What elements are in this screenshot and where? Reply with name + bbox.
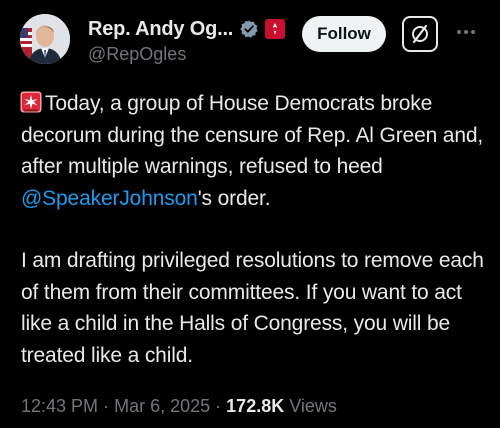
tweet-text: Today, a group of House Democrats broke … [20, 88, 491, 371]
tweet-text-part-1: Today, a group of House Democrats broke … [21, 92, 484, 178]
tweet-paragraph-2: I am drafting privileged resolutions to … [21, 249, 484, 367]
views-label: Views [289, 396, 337, 416]
house-seal-icon[interactable] [265, 19, 286, 39]
verified-badge-icon [239, 19, 259, 39]
meta-separator: · [215, 396, 222, 416]
author-display-name[interactable]: Rep. Andy Og... [88, 18, 233, 41]
more-icon[interactable] [452, 20, 480, 44]
grok-icon[interactable] [402, 16, 438, 52]
author-name-row: Rep. Andy Og... [88, 16, 286, 42]
avatar[interactable] [20, 14, 70, 64]
tweet-time[interactable]: 12:43 PM [21, 396, 98, 416]
tweet: Rep. Andy Og... @RepOgles Follow Today, … [0, 0, 500, 428]
views-count[interactable]: 172.8K [226, 396, 284, 416]
siren-icon [20, 91, 42, 113]
author-handle[interactable]: @RepOgles [88, 44, 186, 65]
tweet-text-part-2: 's order. [197, 186, 271, 210]
follow-button[interactable]: Follow [302, 16, 386, 52]
mention-link[interactable]: @SpeakerJohnson [21, 187, 198, 210]
meta-separator: · [103, 396, 110, 416]
tweet-date[interactable]: Mar 6, 2025 [114, 396, 210, 416]
tweet-meta: 12:43 PM · Mar 6, 2025 · 172.8K Views [21, 396, 337, 417]
tweet-paragraph-1: Today, a group of House Democrats broke … [20, 88, 491, 214]
